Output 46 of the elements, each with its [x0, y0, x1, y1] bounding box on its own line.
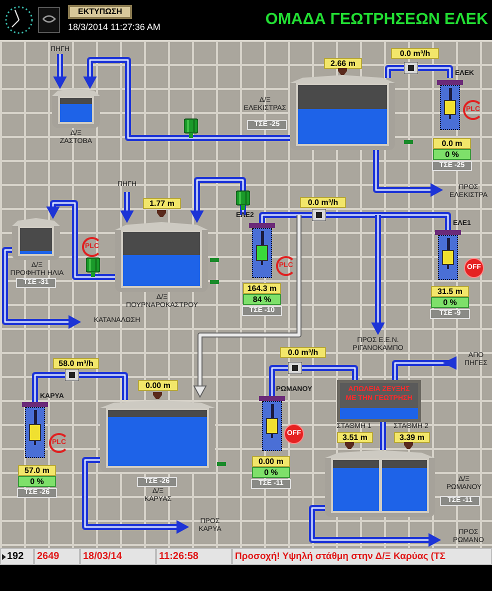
valve-icon: [86, 257, 100, 277]
output-reading: 0 %: [433, 149, 471, 160]
print-button[interactable]: ΕΚΤΥΠΩΣΗ: [68, 5, 132, 20]
depth-reading: 0.0 m: [433, 138, 471, 149]
flow-meter-icon: [404, 62, 418, 74]
flow-meter-icon: [312, 209, 326, 221]
output-reading: 84 %: [243, 294, 281, 305]
logo-icon: [38, 7, 60, 33]
flow-meter-icon: [288, 362, 302, 374]
pipe: [392, 356, 456, 380]
pipe: [380, 420, 386, 450]
alarm-text: Προσοχή! Υψηλή στάθμη στην Δ/Ξ Καρύας (ΤΣ: [233, 549, 491, 564]
flow-reading: 0.0 m³/h: [300, 197, 346, 208]
level-reading: 3.51 m: [337, 432, 373, 443]
event-time: 11:26:58: [157, 549, 231, 564]
level-reading: 1.77 m: [143, 198, 181, 209]
level-switch-icon: [404, 140, 413, 144]
level-reading: 3.39 m: [394, 432, 430, 443]
flow-reading: 58.0 m³/h: [53, 358, 99, 369]
output-reading: 0 %: [252, 467, 290, 478]
clock-icon: [4, 5, 34, 35]
caret-icon: [2, 554, 6, 560]
datetime-text: 18/3/2014 11:27:36 AM: [68, 21, 160, 34]
flow-meter-icon: [65, 369, 79, 381]
flow-reading: 0.0 m³/h: [280, 347, 326, 358]
pipe: [385, 65, 453, 78]
output-reading: 0 %: [431, 297, 469, 308]
level-switch-icon: [217, 462, 226, 466]
valve-icon: [184, 118, 198, 138]
level-reading: 2.66 m: [324, 58, 362, 69]
depth-reading: 31.5 m: [431, 286, 469, 297]
event-date: 18/03/14: [81, 549, 155, 564]
record-number: 192: [7, 550, 24, 564]
pipe: [53, 54, 67, 90]
depth-reading: 57.0 m: [18, 465, 56, 476]
level-reading: 0.00 m: [138, 380, 178, 391]
event-code: 2649: [35, 549, 79, 564]
level-switch-icon: [210, 280, 219, 284]
pipe: [120, 192, 134, 224]
page-title: ΟΜΑΔΑ ΓΕΩΤΡΗΣΕΩΝ ΕΛΕΚ: [265, 10, 488, 30]
depth-reading: 164.3 m: [243, 283, 281, 294]
level-switch-icon: [210, 258, 219, 262]
depth-reading: 0.00 m: [252, 456, 290, 467]
valve-icon: [236, 190, 250, 210]
output-reading: 0 %: [18, 476, 56, 487]
flow-reading: 0.0 m³/h: [391, 48, 439, 59]
